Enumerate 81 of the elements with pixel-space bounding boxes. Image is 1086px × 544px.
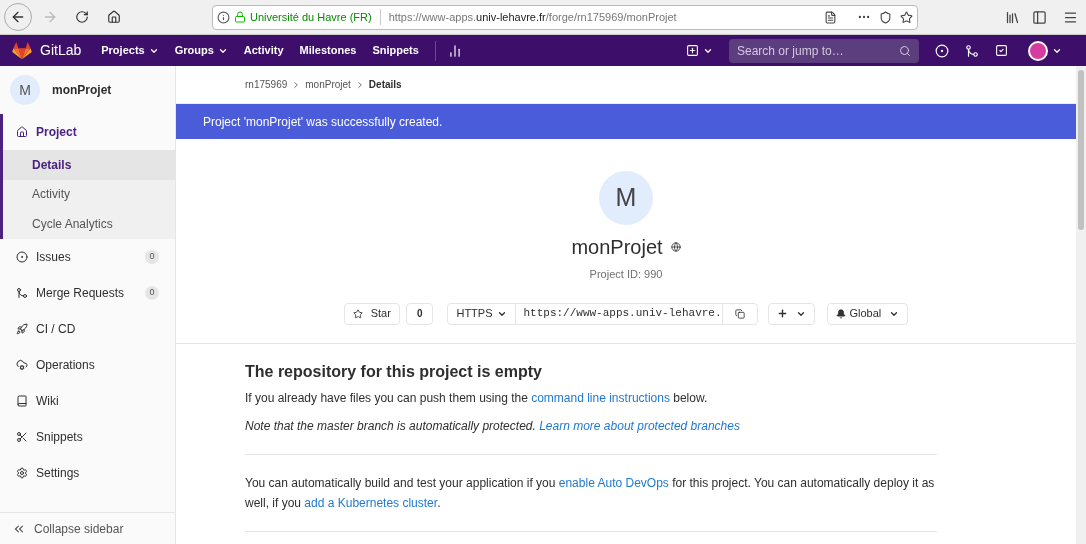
link[interactable]: Learn more about protected branches (539, 418, 740, 433)
nav-link[interactable]: Groups (174, 42, 228, 59)
reload-icon (75, 10, 89, 24)
user-avatar-button[interactable] (1028, 40, 1062, 61)
breadcrumb-link[interactable]: Details (368, 77, 402, 92)
settings-icon (16, 466, 28, 479)
count-badge: 0 (145, 285, 159, 300)
brand-name[interactable]: GitLab (40, 40, 82, 61)
search-icon (899, 44, 911, 57)
star-icon (352, 308, 363, 319)
search-field[interactable]: Search or jump to… (729, 38, 919, 63)
star-button[interactable]: Star (343, 302, 400, 325)
merge-request-icon[interactable] (965, 43, 979, 58)
merge-request-icon (16, 286, 28, 299)
flash-message: Project 'monProjet' was successfully created. (176, 104, 1076, 139)
sidebar-subitem[interactable]: Details (3, 150, 175, 180)
bell-icon (835, 308, 846, 319)
cloud-gear-icon (16, 358, 28, 371)
fox-logo-icon[interactable] (12, 41, 32, 60)
todo-icon[interactable] (995, 44, 1008, 57)
breadcrumb-link[interactable]: monProjet (305, 77, 351, 92)
bookmark-star-icon[interactable] (900, 10, 913, 24)
sidebar-item[interactable]: Merge Requests 0 (0, 274, 175, 311)
globe-icon (670, 242, 681, 252)
nav-link[interactable]: Activity (243, 42, 284, 59)
scissors-icon (16, 430, 28, 443)
shield-icon[interactable] (879, 10, 892, 24)
sidebar-item[interactable]: Snippets (0, 418, 175, 455)
project-avatar: M (599, 171, 653, 225)
lock-icon (234, 11, 246, 23)
link[interactable]: enable Auto DevOps (558, 475, 669, 490)
star-count[interactable]: 0 (405, 302, 434, 325)
new-dropdown-button[interactable] (686, 44, 713, 57)
sidebar-item[interactable]: CI / CD (0, 310, 175, 347)
book-icon (16, 394, 28, 407)
paragraph: Note that the master branch is automatically protected. Learn more about protected branches (245, 417, 741, 435)
project-id: Project ID: 990 (589, 267, 663, 282)
site-identity: Université du Havre (FR) (250, 8, 381, 26)
sidebar-subitem[interactable]: Cycle Analytics (3, 209, 175, 239)
paragraph: If you already have files you can push them using the command line instructions below. (245, 389, 709, 407)
sidebar-subitem[interactable]: Activity (3, 179, 175, 209)
project-title: monProjet (571, 235, 663, 260)
link[interactable]: command line instructions (531, 390, 670, 405)
issues-icon (16, 250, 28, 263)
scrollbar[interactable] (1076, 66, 1086, 544)
library-icon[interactable] (1005, 9, 1020, 25)
forward-arrow-icon (42, 9, 58, 25)
nav-link[interactable]: Projects (101, 42, 159, 59)
info-icon[interactable] (217, 10, 230, 24)
sidebar-item[interactable]: Operations (0, 346, 175, 383)
menu-icon[interactable] (1063, 9, 1078, 25)
project-avatar[interactable]: M (10, 75, 40, 105)
clone-url-field[interactable]: https://www-apps.univ-lehavre. (515, 303, 722, 324)
collapse-sidebar-button[interactable]: Collapse sidebar (0, 512, 175, 544)
empty-repo-heading: The repository for this project is empty (245, 361, 543, 382)
paragraph: You can automatically build and test your application if you enable Auto DevOps for this project. You can automatically deploy it as well, if you add a Kubernetes cluster. (245, 474, 936, 512)
breadcrumb-link[interactable]: rn175969 (245, 77, 288, 92)
rocket-icon (16, 322, 28, 335)
issues-icon[interactable] (935, 43, 949, 58)
house-icon (107, 10, 121, 24)
add-dropdown-button[interactable] (767, 302, 815, 325)
nav-link[interactable]: Snippets (372, 42, 419, 59)
copy-icon (734, 308, 745, 319)
link[interactable]: add a Kubernetes cluster (304, 495, 438, 510)
notification-dropdown[interactable]: Global (826, 302, 909, 325)
sidebar-item[interactable]: Settings (0, 454, 175, 491)
bar-chart-icon[interactable] (447, 43, 462, 58)
project-name[interactable]: monProjet (52, 81, 112, 99)
sidebar-item[interactable]: Project (3, 114, 175, 150)
nav-link[interactable]: Milestones (299, 42, 357, 59)
sidebar-item[interactable]: Issues 0 (0, 238, 175, 275)
reader-view-icon[interactable] (824, 10, 837, 24)
sidebar-item[interactable]: Wiki (0, 382, 175, 419)
plus-icon (776, 308, 788, 319)
url-text: https://www-apps.univ-lehavre.fr/forge/rn175969/monProjet (388, 9, 677, 25)
protocol-dropdown[interactable]: HTTPS (448, 303, 516, 324)
sidebar-icon[interactable] (1032, 9, 1047, 25)
count-badge: 0 (145, 249, 159, 264)
house-icon (16, 126, 28, 138)
address-bar[interactable]: Université du Havre (FR) https://www-apps.univ-lehavre.fr/forge/rn175969/monProjet (212, 4, 918, 30)
plus-square-icon (686, 44, 699, 57)
